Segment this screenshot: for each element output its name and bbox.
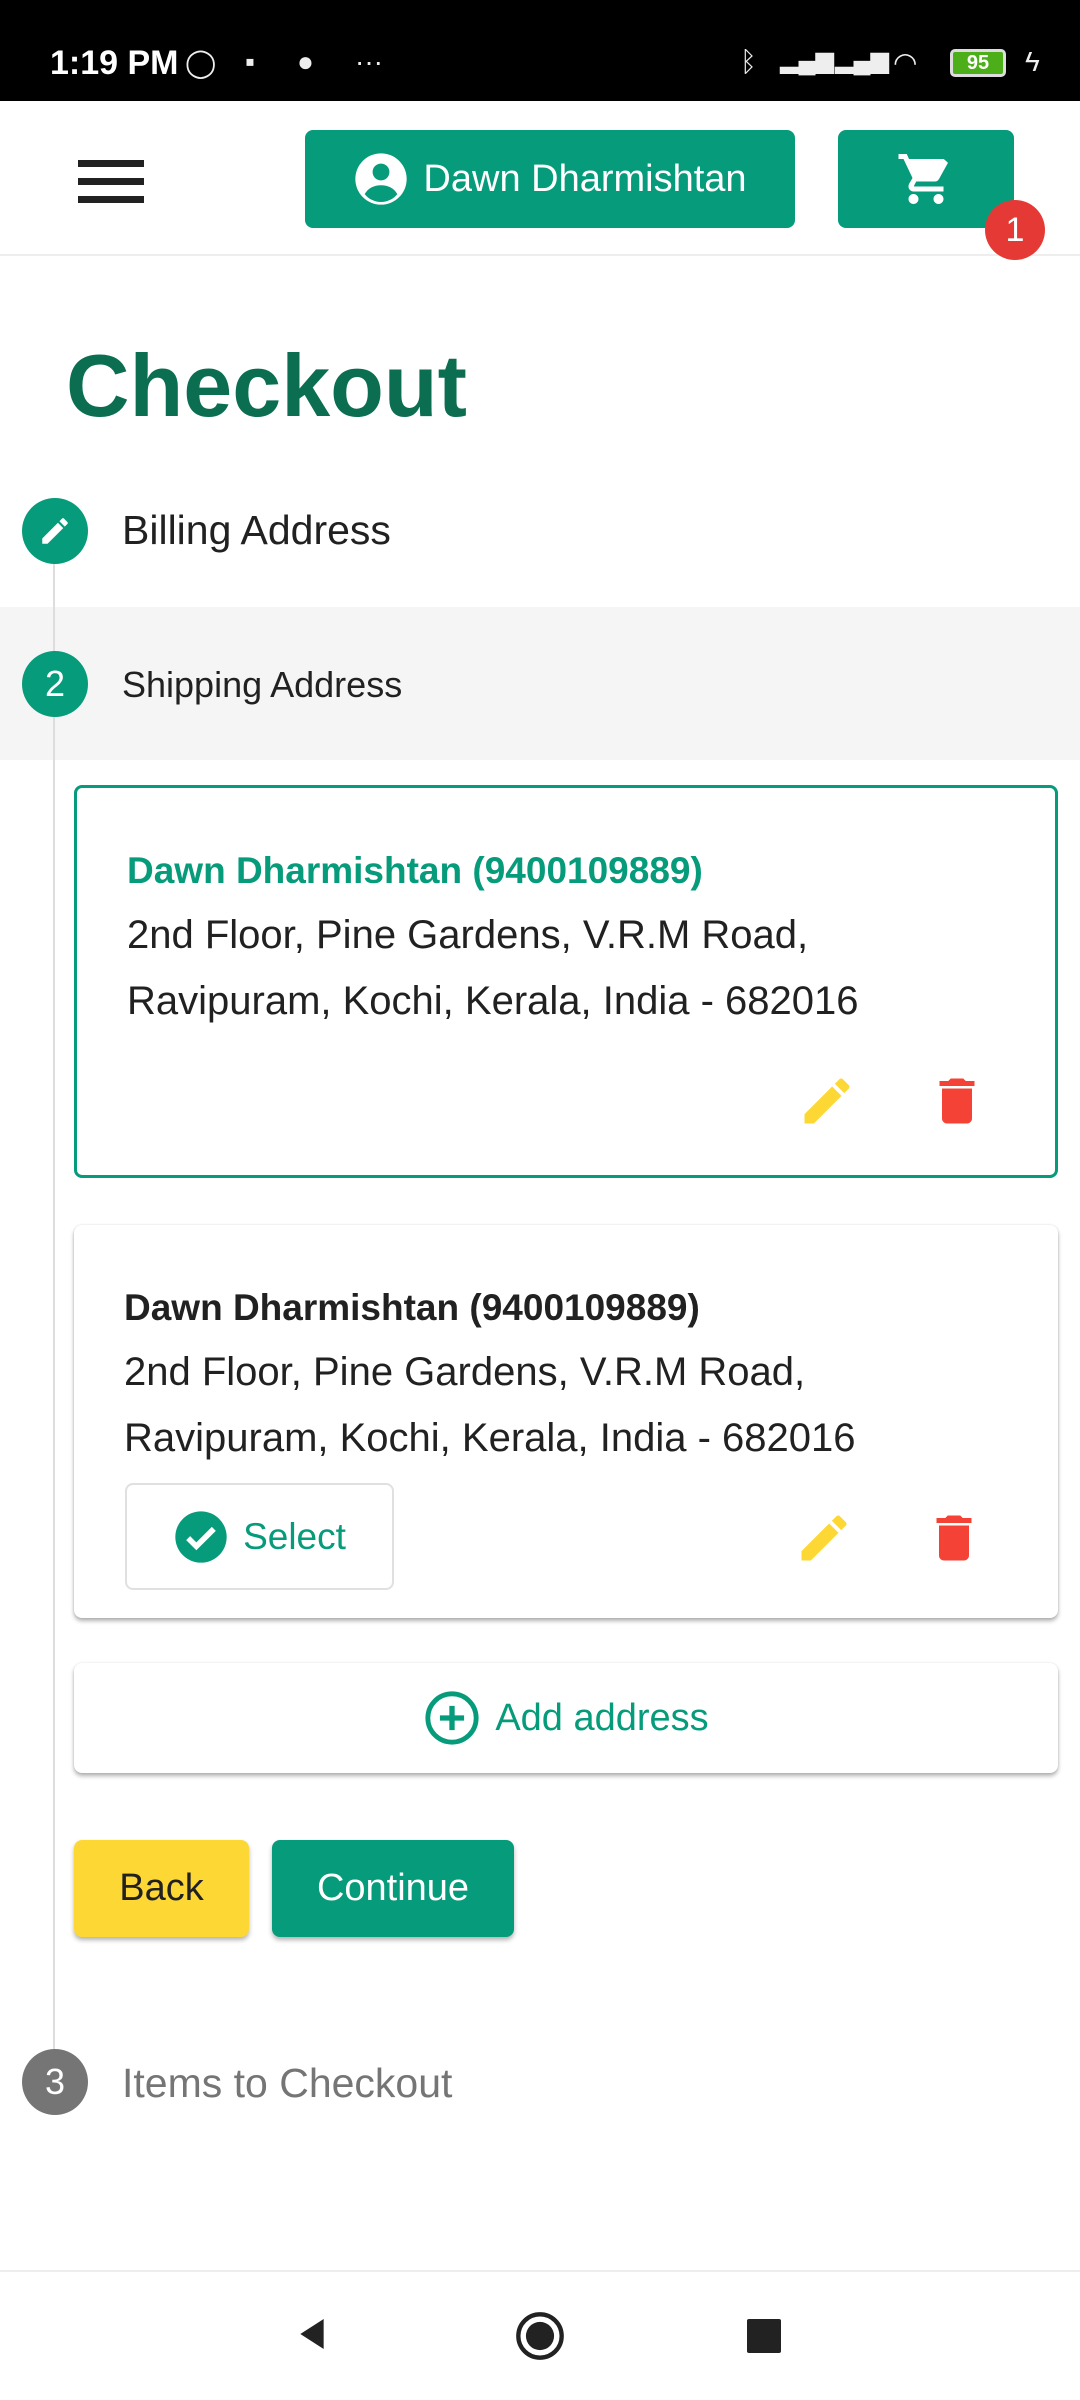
account-circle-icon: [355, 153, 408, 205]
step-3-label[interactable]: Items to Checkout: [122, 2060, 452, 2107]
add-address-label: Add address: [495, 1696, 709, 1739]
address-line-2: Ravipuram, Kochi, Kerala, India - 682016: [124, 1416, 856, 1460]
more-icon: ···: [355, 46, 383, 77]
edit-pencil-icon[interactable]: [794, 1508, 854, 1568]
back-button[interactable]: Back: [74, 1840, 249, 1937]
delete-trash-icon[interactable]: [927, 1071, 987, 1131]
signal-icon-2: ▂▄▆: [835, 47, 889, 74]
address-name: Dawn Dharmishtan (9400109889): [124, 1287, 700, 1328]
page-title: Checkout: [66, 336, 467, 435]
continue-button[interactable]: Continue: [272, 1840, 514, 1937]
battery-icon: 95: [950, 49, 1006, 77]
add-address-button[interactable]: Add address: [74, 1663, 1058, 1773]
stepper-connector: [53, 560, 55, 2050]
cart-count-badge: 1: [985, 200, 1045, 260]
add-circle-icon: [425, 1691, 479, 1745]
edit-pencil-icon[interactable]: [797, 1071, 857, 1131]
menu-icon[interactable]: [78, 160, 144, 204]
select-address-button[interactable]: Select: [125, 1483, 394, 1590]
recents-nav-icon[interactable]: [747, 2319, 781, 2353]
back-nav-icon[interactable]: [292, 2314, 332, 2354]
home-nav-icon[interactable]: [514, 2310, 566, 2362]
status-time: 1:19 PM: [50, 44, 179, 82]
step-2-number: 2: [22, 651, 88, 717]
step-1-label[interactable]: Billing Address: [122, 507, 391, 554]
address-card: Dawn Dharmishtan (9400109889) 2nd Floor,…: [74, 1225, 1058, 1618]
address-card-selected[interactable]: Dawn Dharmishtan (9400109889) 2nd Floor,…: [74, 785, 1058, 1178]
address-line-2: Ravipuram, Kochi, Kerala, India - 682016: [127, 979, 859, 1023]
address-line-1: 2nd Floor, Pine Gardens, V.R.M Road,: [127, 913, 809, 957]
cart-icon: [898, 154, 948, 204]
step-3-number: 3: [22, 2049, 88, 2115]
select-label: Select: [243, 1515, 346, 1557]
whatsapp-icon: ◯: [185, 47, 217, 78]
wifi-icon: ◠: [893, 47, 918, 78]
bluetooth-icon: ᛒ: [740, 46, 757, 77]
cart-button[interactable]: [838, 130, 1014, 228]
delete-trash-icon[interactable]: [924, 1508, 984, 1568]
step-1-edit-icon[interactable]: [22, 498, 88, 564]
status-bar: 1:19 PM ◯ ▪ ● ··· ᛒ ▂▄▆ ▂▄▆ ◠ 95 ϟ: [0, 0, 1080, 101]
app-icon: ●: [297, 46, 314, 77]
step-2-label: Shipping Address: [122, 664, 403, 705]
address-name: Dawn Dharmishtan (9400109889): [127, 850, 703, 891]
charging-icon: ϟ: [1025, 46, 1040, 77]
system-nav-bar: [0, 2270, 1080, 2400]
user-name: Dawn Dharmishtan: [423, 157, 747, 200]
address-line-1: 2nd Floor, Pine Gardens, V.R.M Road,: [124, 1350, 806, 1394]
sms-icon: ▪: [245, 46, 255, 77]
user-account-button[interactable]: Dawn Dharmishtan: [305, 130, 795, 228]
check-circle-icon: [175, 1510, 227, 1563]
signal-icon: ▂▄▆: [780, 47, 834, 74]
